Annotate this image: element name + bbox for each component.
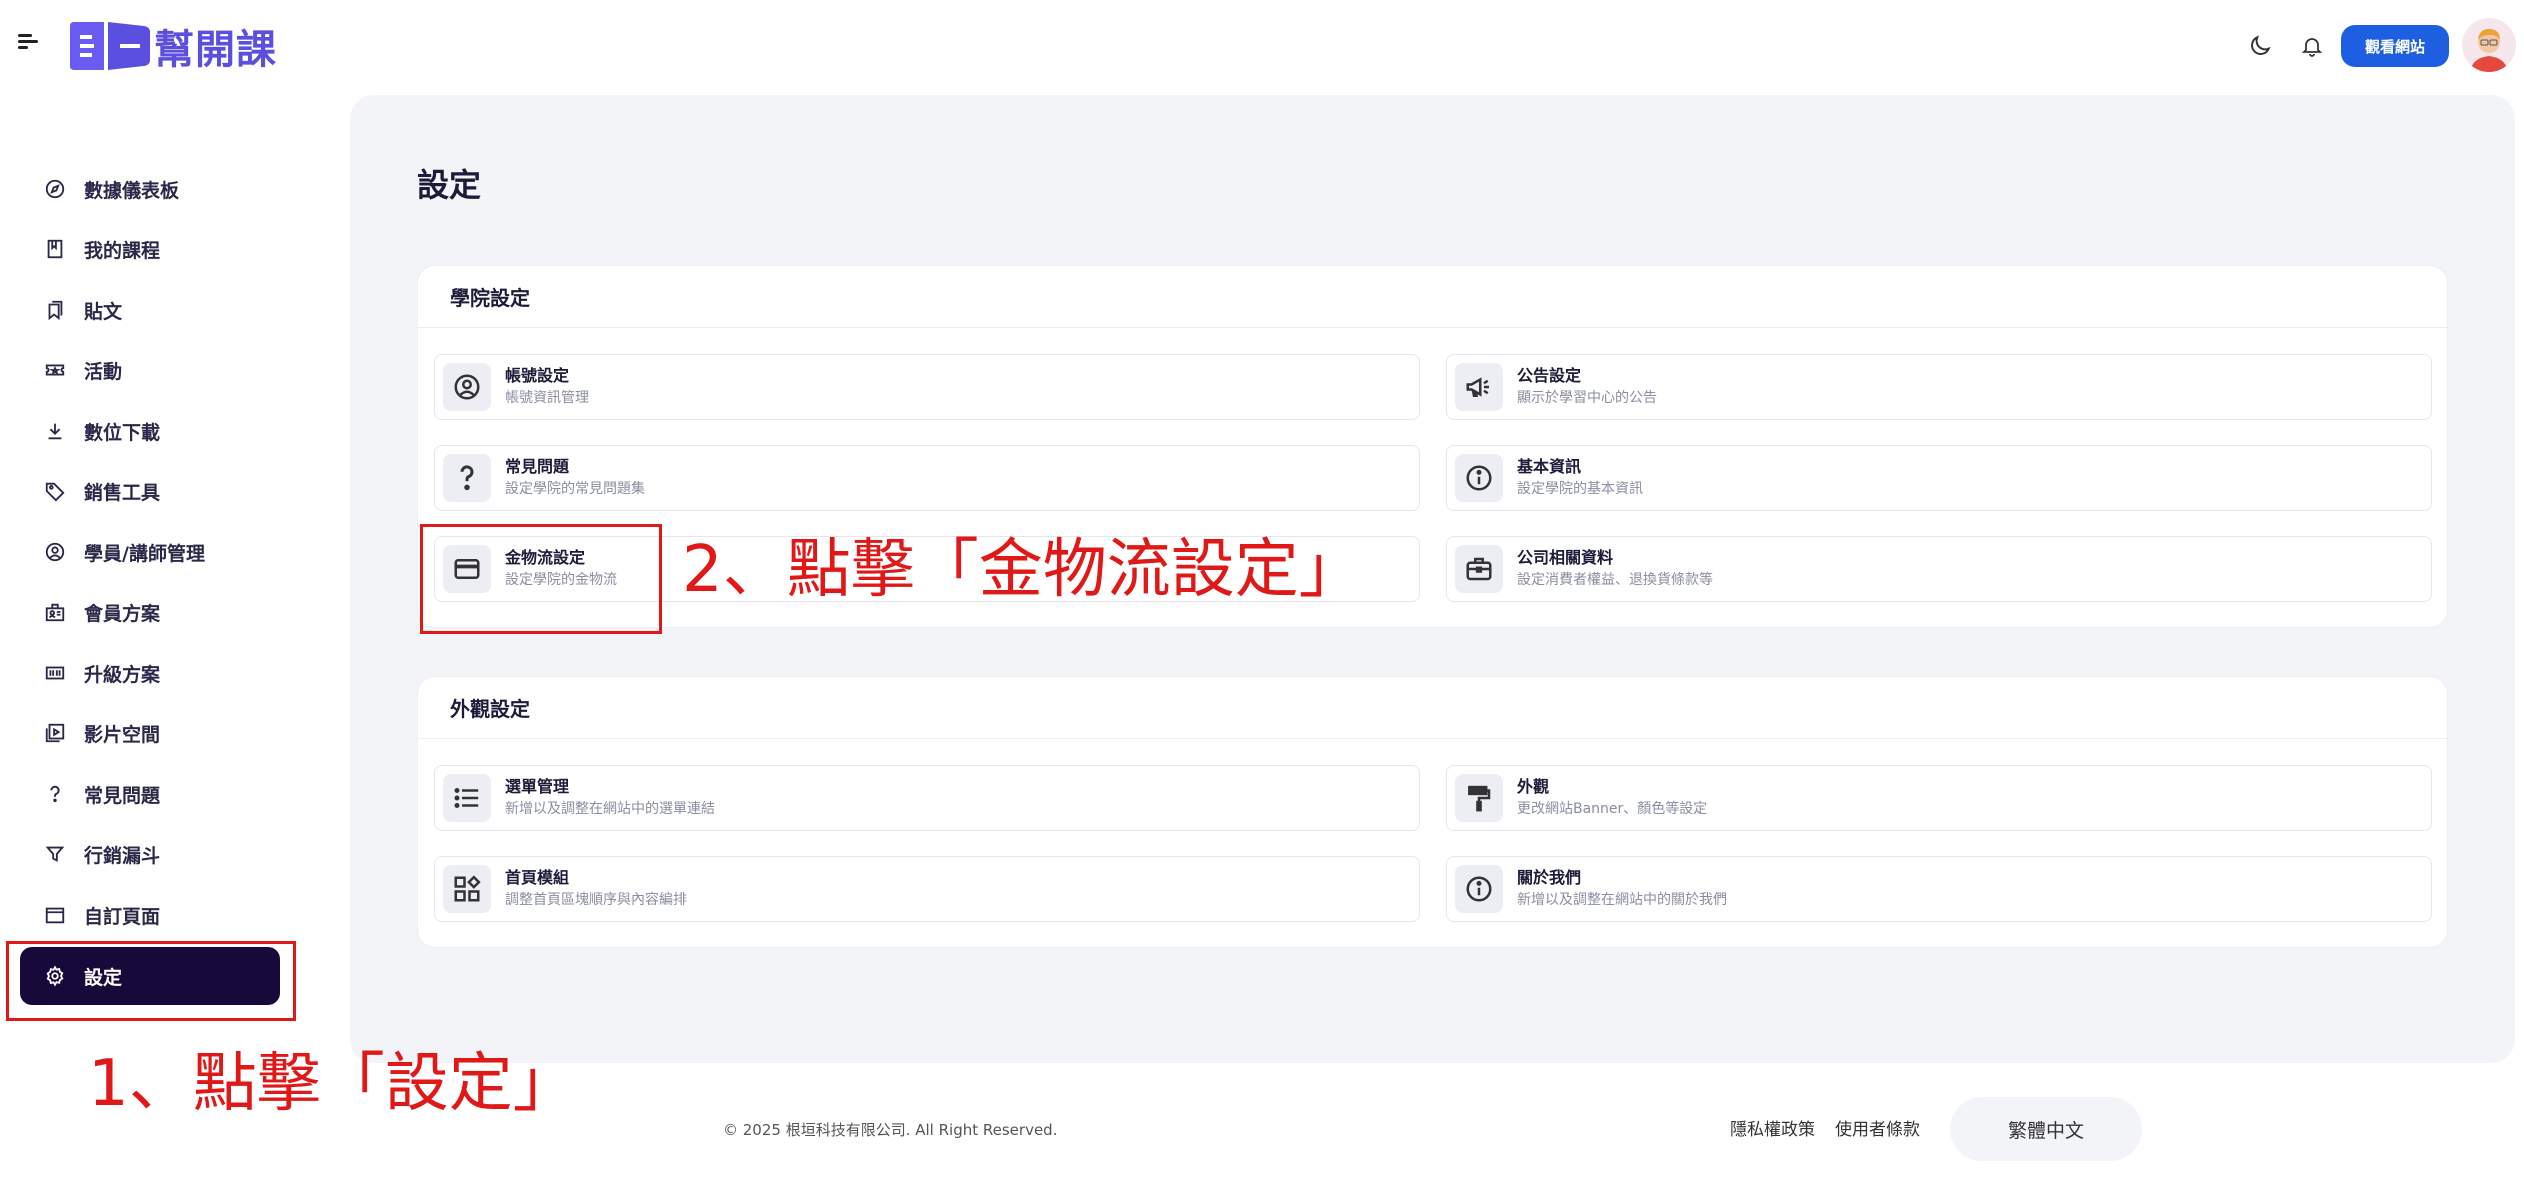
sidebar-item-label: 活動 xyxy=(84,360,123,383)
list-icon xyxy=(443,774,491,822)
sidebar-item-label: 數位下載 xyxy=(84,421,161,444)
tile-desc: 設定消費者權益、退換貨條款等 xyxy=(1517,572,1713,588)
tile-title: 首頁模組 xyxy=(505,868,570,887)
tile-title: 帳號設定 xyxy=(505,366,570,385)
sidebar-item-sales-tools[interactable]: 銷售工具 xyxy=(20,462,280,520)
tile-title: 關於我們 xyxy=(1517,868,1582,887)
sidebar-item-label: 行銷漏斗 xyxy=(84,844,161,867)
briefcase-icon xyxy=(1455,545,1503,593)
tile-title: 公司相關資料 xyxy=(1517,548,1614,567)
book-icon xyxy=(42,236,68,262)
tile-announcement-settings[interactable]: 公告設定 顯示於學習中心的公告 xyxy=(1446,354,2432,420)
tile-appearance[interactable]: 外觀 更改網站Banner、顏色等設定 xyxy=(1446,765,2432,831)
annotation-box-settings xyxy=(6,941,296,1021)
sidebar-item-courses[interactable]: 我的課程 xyxy=(20,220,280,278)
logo-text: 幫開課 xyxy=(154,27,277,73)
upgrade-icon xyxy=(42,660,68,686)
tile-faq[interactable]: 常見問題 設定學院的常見問題集 xyxy=(434,445,1420,511)
sidebar-item-posts[interactable]: 貼文 xyxy=(20,281,280,339)
ticket-icon xyxy=(42,357,68,383)
logo[interactable]: 幫開課 xyxy=(70,20,277,73)
sidebar-item-label: 我的課程 xyxy=(84,239,161,262)
sidebar-item-events[interactable]: 活動 xyxy=(20,341,280,399)
download-icon xyxy=(42,418,68,444)
sidebar-item-funnel[interactable]: 行銷漏斗 xyxy=(20,825,280,883)
sidebar-item-label: 數據儀表板 xyxy=(84,179,180,202)
paint-roller-icon xyxy=(1455,774,1503,822)
language-selector[interactable]: 繁體中文 xyxy=(1950,1097,2142,1161)
privacy-link[interactable]: 隱私權政策 xyxy=(1730,1115,1815,1140)
info-icon xyxy=(1455,865,1503,913)
badge-icon xyxy=(42,599,68,625)
sidebar-item-members[interactable]: 學員/講師管理 xyxy=(20,523,280,581)
tile-homepage-modules[interactable]: 首頁模組 調整首頁區塊順序與內容編排 xyxy=(434,856,1420,922)
page-title: 設定 xyxy=(417,166,482,204)
tile-title: 常見問題 xyxy=(505,457,570,476)
user-circle-icon xyxy=(443,363,491,411)
sidebar-item-faq[interactable]: 常見問題 xyxy=(20,765,280,823)
compass-icon xyxy=(42,176,68,202)
sidebar-item-label: 自訂頁面 xyxy=(84,905,161,928)
footer-copyright: © 2025 根垣科技有限公司. All Right Reserved. xyxy=(723,1121,1058,1139)
tile-title: 公告設定 xyxy=(1517,366,1582,385)
question-icon xyxy=(443,454,491,502)
sidebar-item-upgrade[interactable]: 升級方案 xyxy=(20,644,280,702)
annotation-step1: 1、點擊「設定」 xyxy=(88,1047,577,1121)
sidebar-item-label: 銷售工具 xyxy=(84,481,161,504)
tile-about-us[interactable]: 關於我們 新增以及調整在網站中的關於我們 xyxy=(1446,856,2432,922)
dark-mode-icon[interactable] xyxy=(2244,30,2276,62)
sidebar-item-video-space[interactable]: 影片空間 xyxy=(20,704,280,762)
info-icon xyxy=(1455,454,1503,502)
terms-link[interactable]: 使用者條款 xyxy=(1835,1115,1920,1140)
user-circle-icon xyxy=(42,539,68,565)
tile-title: 選單管理 xyxy=(505,777,570,796)
sidebar-item-dashboard[interactable]: 數據儀表板 xyxy=(20,160,280,218)
annotation-step2: 2、點擊「金物流設定」 xyxy=(682,533,1363,607)
tile-desc: 設定學院的基本資訊 xyxy=(1517,481,1643,497)
appearance-settings-card: 外觀設定 選單管理 新增以及調整在網站中的選單連結 外觀 更改網站Banner、… xyxy=(417,676,2448,948)
logo-mark-icon xyxy=(70,20,150,72)
tile-desc: 設定學院的常見問題集 xyxy=(505,481,645,497)
avatar[interactable] xyxy=(2462,18,2516,72)
tile-desc: 調整首頁區塊順序與內容編排 xyxy=(505,892,687,908)
tile-desc: 更改網站Banner、顏色等設定 xyxy=(1517,801,1708,817)
section-title: 學院設定 xyxy=(418,266,2447,328)
sidebar-item-downloads[interactable]: 數位下載 xyxy=(20,402,280,460)
sidebar-item-label: 貼文 xyxy=(84,300,123,323)
bookmark-icon xyxy=(42,297,68,323)
section-title: 外觀設定 xyxy=(418,677,2447,739)
sidebar-item-label: 升級方案 xyxy=(84,663,161,686)
tile-title: 外觀 xyxy=(1517,777,1550,796)
video-icon xyxy=(42,720,68,746)
bell-icon[interactable] xyxy=(2296,30,2328,62)
menu-icon[interactable] xyxy=(18,34,38,50)
window-icon xyxy=(42,902,68,928)
sidebar-item-label: 影片空間 xyxy=(84,723,161,746)
question-icon xyxy=(42,781,68,807)
tile-menu-management[interactable]: 選單管理 新增以及調整在網站中的選單連結 xyxy=(434,765,1420,831)
annotation-box-payment xyxy=(420,524,662,634)
tile-account-settings[interactable]: 帳號設定 帳號資訊管理 xyxy=(434,354,1420,420)
tile-basic-info[interactable]: 基本資訊 設定學院的基本資訊 xyxy=(1446,445,2432,511)
tile-desc: 新增以及調整在網站中的選單連結 xyxy=(505,801,715,817)
sidebar-item-label: 會員方案 xyxy=(84,602,161,625)
tag-icon xyxy=(42,478,68,504)
tile-company-info[interactable]: 公司相關資料 設定消費者權益、退換貨條款等 xyxy=(1446,536,2432,602)
sidebar-item-label: 學員/講師管理 xyxy=(84,542,205,565)
view-site-button[interactable]: 觀看網站 xyxy=(2341,25,2449,67)
megaphone-icon xyxy=(1455,363,1503,411)
tile-title: 基本資訊 xyxy=(1517,457,1582,476)
sidebar-item-membership-plans[interactable]: 會員方案 xyxy=(20,583,280,641)
top-bar: 幫開課 觀看網站 xyxy=(0,0,2524,92)
sidebar-item-label: 常見問題 xyxy=(84,784,161,807)
modules-icon xyxy=(443,865,491,913)
sidebar-item-custom-pages[interactable]: 自訂頁面 xyxy=(20,886,280,944)
tile-desc: 帳號資訊管理 xyxy=(505,390,589,406)
tile-desc: 新增以及調整在網站中的關於我們 xyxy=(1517,892,1727,908)
tile-desc: 顯示於學習中心的公告 xyxy=(1517,390,1657,406)
funnel-icon xyxy=(42,841,68,867)
